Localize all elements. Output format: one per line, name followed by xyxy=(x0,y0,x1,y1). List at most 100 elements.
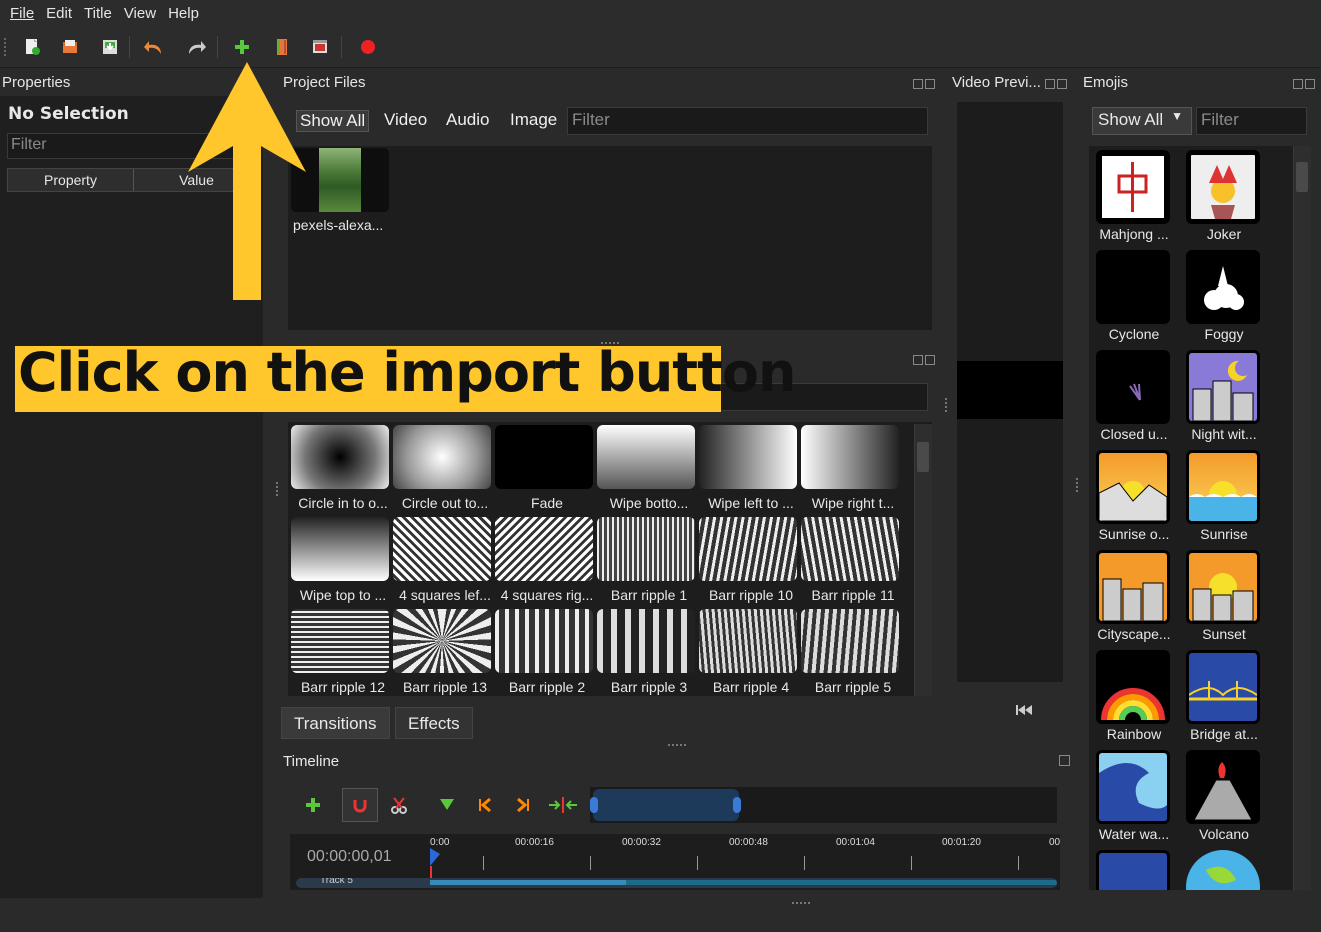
emoji-list: Mahjong ... Joker Cyclone Foggy Closed u… xyxy=(1089,146,1293,890)
transition-item[interactable]: 4 squares lef... xyxy=(393,517,491,605)
project-files-dock-buttons[interactable] xyxy=(913,76,939,89)
new-project-icon[interactable] xyxy=(20,35,44,59)
tick-label: 00:00:16 xyxy=(515,837,554,848)
emoji-scrollbar[interactable] xyxy=(1293,146,1311,890)
undo-icon[interactable] xyxy=(142,35,166,59)
filter-tab-video[interactable]: Video xyxy=(384,110,427,130)
emoji-filter-input[interactable]: Filter xyxy=(1196,107,1307,135)
timeline-zoom-slider[interactable] xyxy=(590,787,1057,823)
timeline-current-time: 00:00:00,01 xyxy=(307,848,392,865)
video-preview-dock-buttons[interactable] xyxy=(1045,76,1071,89)
transition-item[interactable]: Circle out to... xyxy=(393,425,491,513)
jump-to-start-icon[interactable] xyxy=(1015,703,1033,720)
emoji-item[interactable]: Mahjong ... xyxy=(1089,146,1179,246)
transition-item[interactable]: Wipe top to ... xyxy=(291,517,389,605)
add-marker-icon[interactable] xyxy=(432,790,462,820)
transition-item[interactable]: 4 squares rig... xyxy=(495,517,593,605)
tab-transitions[interactable]: Transitions xyxy=(281,707,390,739)
properties-title: Properties xyxy=(2,74,71,91)
emoji-item[interactable] xyxy=(1089,846,1179,890)
transitions-dock-buttons[interactable] xyxy=(913,352,939,365)
no-selection-label: No Selection xyxy=(8,104,129,124)
tick-label: 0:00 xyxy=(430,837,450,848)
emoji-item[interactable] xyxy=(1179,846,1269,890)
splitter-handle[interactable] xyxy=(792,902,810,904)
emoji-item[interactable]: Sunset xyxy=(1179,546,1269,646)
tab-effects[interactable]: Effects xyxy=(395,707,473,739)
transition-item[interactable]: Barr ripple 2 xyxy=(495,609,593,696)
zoom-range-handle[interactable] xyxy=(593,789,739,821)
menu-file[interactable]: File xyxy=(10,5,34,22)
playhead-icon[interactable] xyxy=(429,848,441,881)
transition-item[interactable]: Barr ripple 11 xyxy=(801,517,899,605)
emoji-item[interactable]: Rainbow xyxy=(1089,646,1179,746)
razor-icon[interactable] xyxy=(384,790,414,820)
add-track-icon[interactable] xyxy=(298,790,328,820)
transition-item[interactable]: Barr ripple 13 xyxy=(393,609,491,696)
filter-tab-image[interactable]: Image xyxy=(510,110,557,130)
transition-item[interactable]: Wipe botto... xyxy=(597,425,695,513)
emoji-item[interactable]: Cyclone xyxy=(1089,246,1179,346)
timeline-title: Timeline xyxy=(283,753,340,770)
emojis-dock-buttons[interactable] xyxy=(1293,76,1319,89)
tick-label: 00 xyxy=(1049,837,1061,848)
menu-edit[interactable]: Edit xyxy=(46,5,72,22)
splitter-handle[interactable] xyxy=(1076,478,1078,492)
property-column-header[interactable]: Property xyxy=(8,169,134,191)
splitter-handle[interactable] xyxy=(276,482,278,496)
timeline-dock-button[interactable] xyxy=(1059,755,1070,766)
transition-item[interactable]: Barr ripple 5 xyxy=(801,609,899,696)
transition-item[interactable]: Barr ripple 4 xyxy=(699,609,797,696)
redo-icon[interactable] xyxy=(184,35,208,59)
video-preview-frame xyxy=(957,361,1063,419)
menu-help[interactable]: Help xyxy=(168,5,199,22)
emoji-item[interactable]: Joker xyxy=(1179,146,1269,246)
previous-marker-icon[interactable] xyxy=(470,790,500,820)
emoji-item[interactable]: Bridge at... xyxy=(1179,646,1269,746)
transition-item[interactable]: Circle in to o... xyxy=(291,425,389,513)
toolbar-grip[interactable] xyxy=(4,38,8,56)
emoji-category-dropdown[interactable]: Show All ▼ xyxy=(1092,107,1192,135)
splitter-handle[interactable] xyxy=(668,744,686,746)
transition-item[interactable]: Barr ripple 1 xyxy=(597,517,695,605)
next-marker-icon[interactable] xyxy=(508,790,538,820)
filter-tab-audio[interactable]: Audio xyxy=(446,110,489,130)
fullscreen-icon[interactable] xyxy=(308,35,332,59)
tick-label: 00:00:32 xyxy=(622,837,661,848)
tick-label: 00:00:48 xyxy=(729,837,768,848)
transitions-scrollbar[interactable] xyxy=(914,424,932,696)
center-playhead-icon[interactable] xyxy=(548,790,578,820)
track-row[interactable]: Track 5 xyxy=(296,878,1057,888)
emoji-item[interactable]: Water wa... xyxy=(1089,746,1179,846)
menu-view[interactable]: View xyxy=(124,5,156,22)
transitions-list: Circle in to o... Circle out to... Fade … xyxy=(288,422,932,696)
choose-profile-icon[interactable] xyxy=(270,35,294,59)
emoji-item[interactable]: Closed u... xyxy=(1089,346,1179,446)
menu-bar: File Edit Title View Help xyxy=(0,0,1321,26)
splitter-handle[interactable] xyxy=(945,398,947,412)
transition-item[interactable]: Barr ripple 12 xyxy=(291,609,389,696)
emoji-item[interactable]: Night wit... xyxy=(1179,346,1269,446)
emoji-item[interactable]: Volcano xyxy=(1179,746,1269,846)
emoji-item[interactable]: Sunrise xyxy=(1179,446,1269,546)
import-files-icon[interactable] xyxy=(230,35,254,59)
menu-title[interactable]: Title xyxy=(84,5,112,22)
transition-item[interactable]: Barr ripple 10 xyxy=(699,517,797,605)
snap-magnet-icon[interactable] xyxy=(342,788,378,822)
project-files-filter-input[interactable]: Filter xyxy=(567,107,928,135)
export-video-icon[interactable] xyxy=(356,35,380,59)
emoji-item[interactable]: Sunrise o... xyxy=(1089,446,1179,546)
transition-item[interactable]: Wipe left to ... xyxy=(699,425,797,513)
transition-item[interactable]: Barr ripple 3 xyxy=(597,609,695,696)
emoji-item[interactable]: Foggy xyxy=(1179,246,1269,346)
tick-label: 00:01:20 xyxy=(942,837,981,848)
pointer-arrow-icon xyxy=(186,60,308,305)
chevron-down-icon: ▼ xyxy=(1171,109,1183,123)
transition-item[interactable]: Wipe right t... xyxy=(801,425,899,513)
save-project-icon[interactable] xyxy=(98,35,122,59)
transition-item[interactable]: Fade xyxy=(495,425,593,513)
emoji-item[interactable]: Cityscape... xyxy=(1089,546,1179,646)
callout-text: Click on the import button xyxy=(18,341,796,404)
open-project-icon[interactable] xyxy=(58,35,82,59)
video-preview-title: Video Previ... xyxy=(952,74,1041,91)
